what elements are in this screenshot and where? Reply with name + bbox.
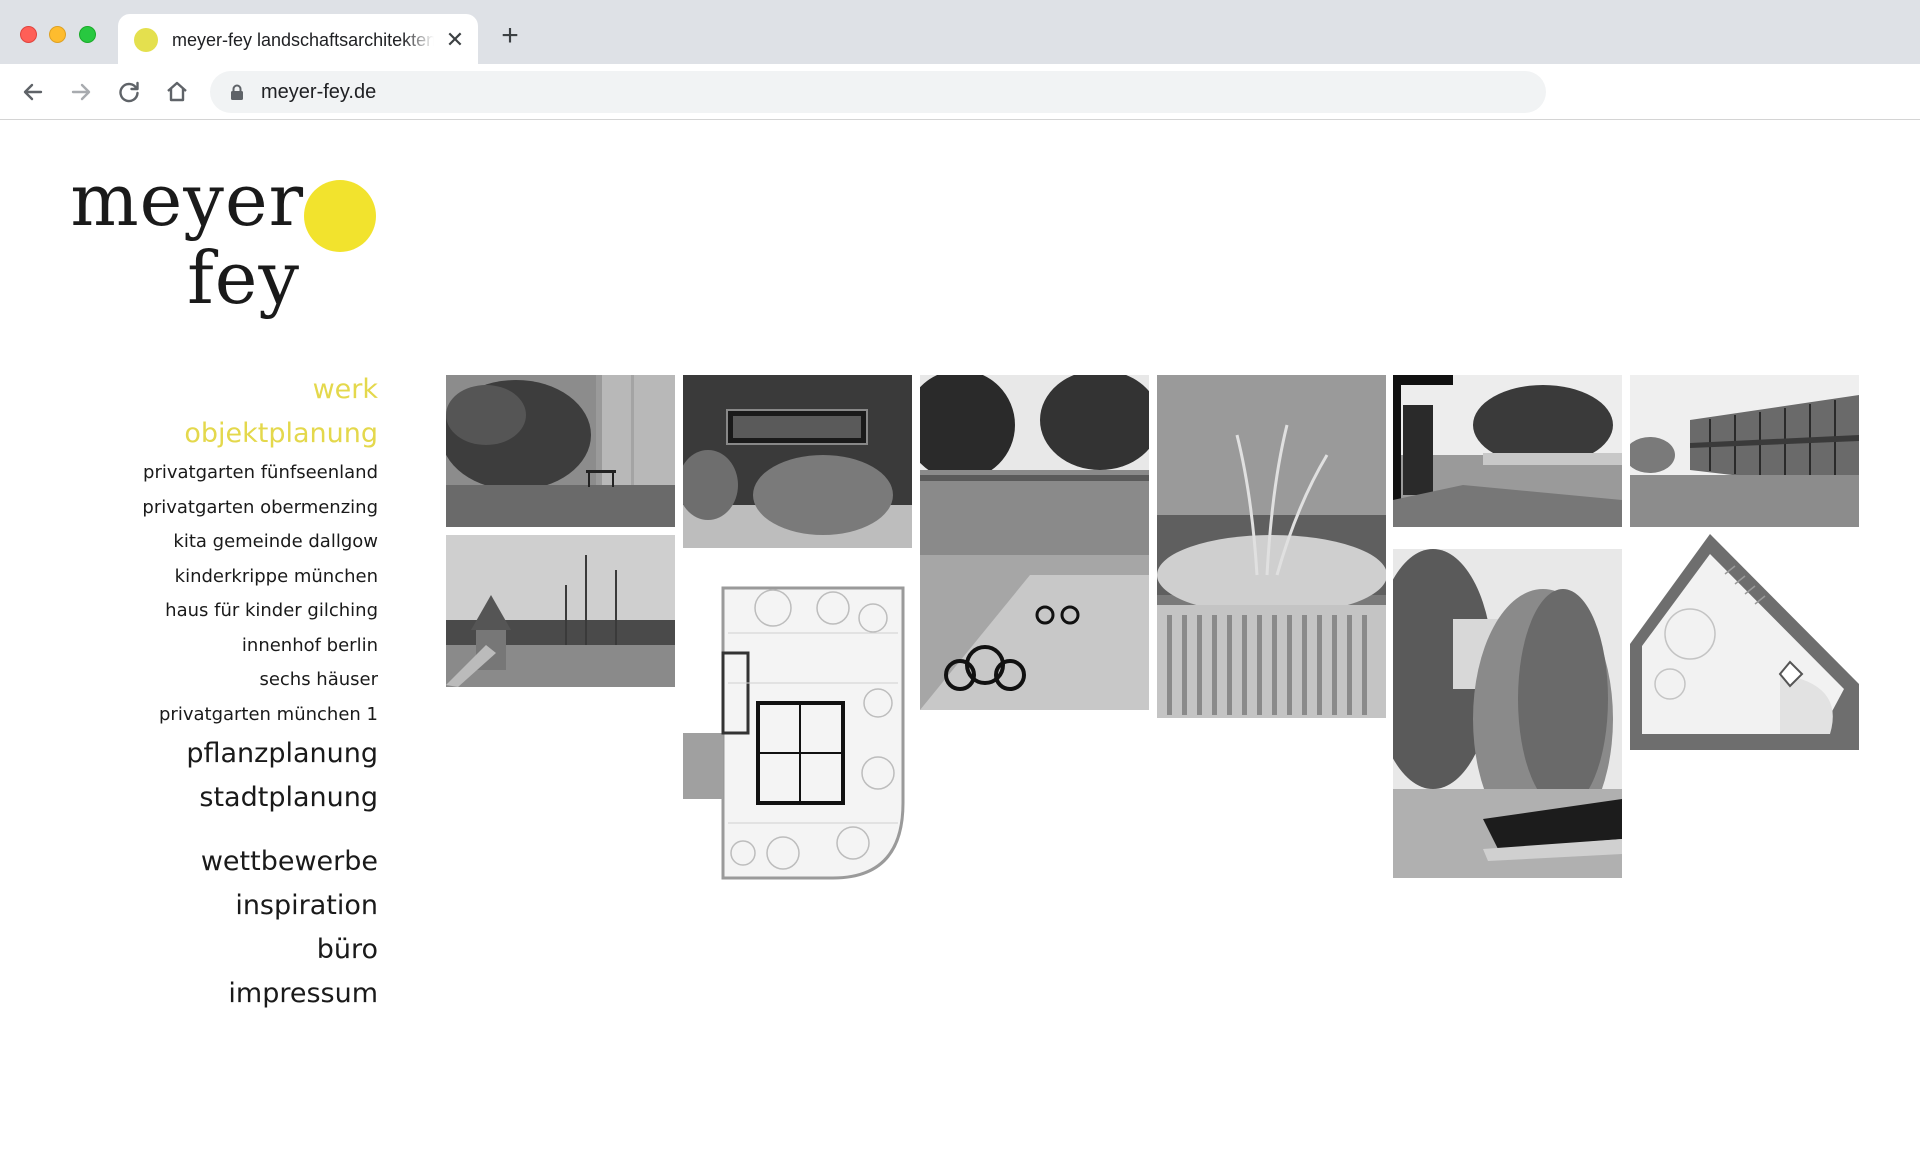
address-bar[interactable]: meyer-fey.de: [210, 71, 1546, 113]
new-tab-button[interactable]: +: [494, 20, 526, 52]
nav-project-item[interactable]: innenhof berlin: [100, 629, 378, 664]
nav-pflanzplanung[interactable]: pflanzplanung: [100, 732, 378, 776]
close-tab-icon[interactable]: ✕: [442, 27, 468, 53]
nav-buero[interactable]: büro: [100, 928, 378, 972]
browser-tab[interactable]: meyer-fey landschaftsarchitekten ✕: [118, 14, 478, 64]
logo-word-fey: fey: [187, 236, 300, 320]
logo-yellow-dot: [304, 180, 376, 252]
nav-project-item[interactable]: sechs häuser: [100, 663, 378, 698]
nav-project-item[interactable]: privatgarten münchen 1: [100, 698, 378, 733]
nav-werk[interactable]: werk: [100, 368, 378, 412]
gallery-thumb-playground-slide[interactable]: [446, 535, 675, 687]
gallery-thumb-dark-wall[interactable]: [683, 375, 912, 548]
forward-arrow-icon[interactable]: [65, 76, 97, 108]
back-arrow-icon[interactable]: [17, 76, 49, 108]
logo-word-meyer: meyer: [70, 158, 304, 242]
gallery-thumb-garden-bench[interactable]: [446, 375, 675, 527]
url-text: meyer-fey.de: [261, 81, 377, 103]
nav-impressum[interactable]: impressum: [100, 972, 378, 1016]
lock-icon: [231, 84, 243, 100]
nav-wettbewerbe[interactable]: wettbewerbe: [100, 840, 378, 884]
nav-project-item[interactable]: haus für kinder gilching: [100, 594, 378, 629]
maximize-window-button[interactable]: [79, 26, 96, 43]
close-window-button[interactable]: [20, 26, 37, 43]
gallery-thumb-site-plan[interactable]: [1630, 534, 1859, 750]
reload-icon[interactable]: [113, 76, 145, 108]
gallery-thumb-kita-tricycle[interactable]: [920, 375, 1149, 710]
gallery-thumb-floor-plan[interactable]: [683, 553, 912, 884]
gallery-thumb-grass-garden[interactable]: [1393, 549, 1622, 878]
nav-inspiration[interactable]: inspiration: [100, 884, 378, 928]
nav-project-item[interactable]: kinderkrippe münchen: [100, 560, 378, 595]
gallery-thumb-grass-fence[interactable]: [1157, 375, 1386, 718]
browser-toolbar: meyer-fey.de: [0, 64, 1920, 120]
gallery-thumb-pavilion-lake[interactable]: [1393, 375, 1622, 527]
home-icon[interactable]: [161, 76, 193, 108]
gallery-thumb-long-building[interactable]: [1630, 375, 1859, 527]
nav-project-item[interactable]: kita gemeinde dallgow: [100, 525, 378, 560]
site-logo[interactable]: meyer fey: [68, 160, 388, 330]
nav-objektplanung[interactable]: objektplanung: [100, 412, 378, 456]
favicon-icon: [134, 28, 158, 52]
minimize-window-button[interactable]: [49, 26, 66, 43]
main-navigation: werk objektplanung privatgarten fünfseen…: [100, 368, 378, 1016]
tab-title: meyer-fey landschaftsarchitekten: [172, 30, 434, 50]
nav-project-item[interactable]: privatgarten fünfseenland: [100, 456, 378, 491]
nav-stadtplanung[interactable]: stadtplanung: [100, 776, 378, 820]
nav-project-item[interactable]: privatgarten obermenzing: [100, 491, 378, 526]
browser-tab-bar: meyer-fey landschaftsarchitekten ✕ +: [0, 0, 1920, 64]
